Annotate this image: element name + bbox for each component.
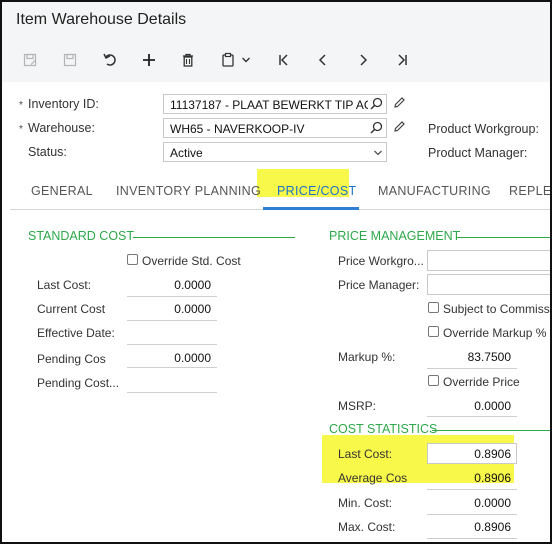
current-cost-label: Current Cost <box>37 302 106 316</box>
stat-last-cost-label: Last Cost: <box>338 447 393 461</box>
previous-record-button[interactable] <box>311 48 335 72</box>
cost-statistics-heading: COST STATISTICS <box>329 422 438 436</box>
next-icon <box>360 54 368 66</box>
tab-price-cost[interactable]: PRICE/COST <box>277 184 356 198</box>
tab-replenishment[interactable]: REPLEN <box>509 184 550 198</box>
tab-manufacturing[interactable]: MANUFACTURING <box>378 184 491 198</box>
average-cost-value: 0.8906 <box>474 471 511 485</box>
last-record-button[interactable] <box>390 48 414 72</box>
required-marker: * <box>19 124 23 135</box>
field-underline <box>427 416 517 417</box>
pending-cost-field[interactable]: 0.0000 <box>127 347 217 368</box>
previous-icon <box>318 54 326 66</box>
msrp-label: MSRP: <box>338 399 377 413</box>
tab-general[interactable]: GENERAL <box>31 184 93 198</box>
save-icon <box>23 53 37 67</box>
product-workgroup-label: Product Workgroup: <box>428 122 539 136</box>
tab-inventory-planning[interactable]: INVENTORY PLANNING <box>116 184 261 198</box>
edit-inventory-icon[interactable] <box>393 96 406 112</box>
field-underline <box>427 514 517 515</box>
markup-label: Markup %: <box>338 350 396 364</box>
copy-paste-icon <box>222 52 234 67</box>
subject-commission-checkbox[interactable] <box>428 302 439 313</box>
pending-cost-label: Pending Cos <box>37 352 106 366</box>
search-icon[interactable] <box>370 121 383 137</box>
undo-icon <box>103 53 116 66</box>
max-cost-label: Max. Cost: <box>338 520 396 534</box>
field-underline <box>427 368 517 369</box>
pending-cost-date-label: Pending Cost... <box>37 376 120 390</box>
inventory-id-label: Inventory ID: <box>28 97 99 111</box>
delete-button[interactable] <box>176 48 200 72</box>
section-divider <box>133 237 295 238</box>
stat-last-cost-value: 0.8906 <box>474 447 511 461</box>
status-value: Active <box>170 146 203 160</box>
field-underline <box>127 344 217 345</box>
price-workgroup-field[interactable] <box>427 250 550 271</box>
first-icon <box>279 54 288 66</box>
field-underline <box>127 320 217 321</box>
chevron-down-icon <box>242 57 250 63</box>
first-record-button[interactable] <box>272 48 296 72</box>
override-price-label: Override Price <box>443 375 520 389</box>
warehouse-field[interactable]: WH65 - NAVERKOOP-IV <box>163 118 387 138</box>
field-underline <box>127 392 217 393</box>
save-close-icon <box>63 53 77 67</box>
window-frame: Item Warehouse Details * Inventory ID: 1… <box>0 0 552 544</box>
override-markup-checkbox[interactable] <box>428 326 439 337</box>
chevron-down-icon <box>373 147 383 161</box>
price-manager-label: Price Manager: <box>338 278 420 292</box>
search-icon[interactable] <box>368 97 383 113</box>
copy-paste-dropdown[interactable] <box>238 48 254 72</box>
section-divider <box>457 237 550 238</box>
price-workgroup-label: Price Workgro... <box>338 254 424 268</box>
header-bar: Item Warehouse Details <box>2 2 550 82</box>
tab-bar: GENERAL INVENTORY PLANNING PRICE/COST MA… <box>10 174 550 210</box>
status-label: Status: <box>28 145 67 159</box>
inventory-id-field[interactable]: 11137187 - PLAAT BEWERKT TIP AC <box>163 94 387 114</box>
inventory-id-value: 11137187 - PLAAT BEWERKT TIP AC <box>170 98 373 112</box>
required-marker: * <box>19 100 23 111</box>
add-button[interactable] <box>137 48 161 72</box>
average-cost-label: Average Cos <box>338 471 408 485</box>
save-button[interactable] <box>18 48 42 72</box>
override-price-checkbox[interactable] <box>428 375 439 386</box>
section-divider <box>432 430 550 431</box>
msrp-value: 0.0000 <box>474 399 511 413</box>
std-last-cost-value: 0.0000 <box>174 278 211 292</box>
subject-commission-label: Subject to Commiss <box>443 302 550 316</box>
override-std-cost-checkbox[interactable] <box>127 254 138 265</box>
std-last-cost-label: Last Cost: <box>37 278 92 292</box>
undo-button[interactable] <box>98 48 122 72</box>
current-cost-value: 0.0000 <box>174 302 211 316</box>
effective-date-label: Effective Date: <box>37 326 115 340</box>
last-icon <box>398 54 407 66</box>
field-underline <box>127 296 217 297</box>
override-markup-label: Override Markup % <box>443 326 547 340</box>
add-icon <box>143 54 155 66</box>
price-manager-field[interactable] <box>427 274 550 295</box>
next-record-button[interactable] <box>351 48 375 72</box>
page-title: Item Warehouse Details <box>16 11 187 28</box>
active-tab-indicator <box>263 207 359 210</box>
edit-warehouse-icon[interactable] <box>393 120 406 136</box>
field-underline <box>427 538 517 539</box>
stat-last-cost-field[interactable]: 0.8906 <box>427 443 517 464</box>
status-select[interactable]: Active <box>163 142 387 162</box>
field-underline <box>427 489 517 490</box>
delete-icon <box>183 53 193 67</box>
override-std-cost-label: Override Std. Cost <box>142 254 241 268</box>
warehouse-value: WH65 - NAVERKOOP-IV <box>170 122 305 136</box>
warehouse-label: Warehouse: <box>28 121 95 135</box>
product-manager-label: Product Manager: <box>428 146 528 160</box>
price-management-heading: PRICE MANAGEMENT <box>329 229 461 243</box>
max-cost-value: 0.8906 <box>474 520 511 534</box>
min-cost-value: 0.0000 <box>474 496 511 510</box>
pending-cost-value: 0.0000 <box>174 351 211 365</box>
min-cost-label: Min. Cost: <box>338 496 393 510</box>
copy-paste-button[interactable] <box>216 48 240 72</box>
markup-value: 83.7500 <box>467 350 511 364</box>
standard-cost-heading: STANDARD COST <box>28 229 135 243</box>
save-close-button[interactable] <box>58 48 82 72</box>
